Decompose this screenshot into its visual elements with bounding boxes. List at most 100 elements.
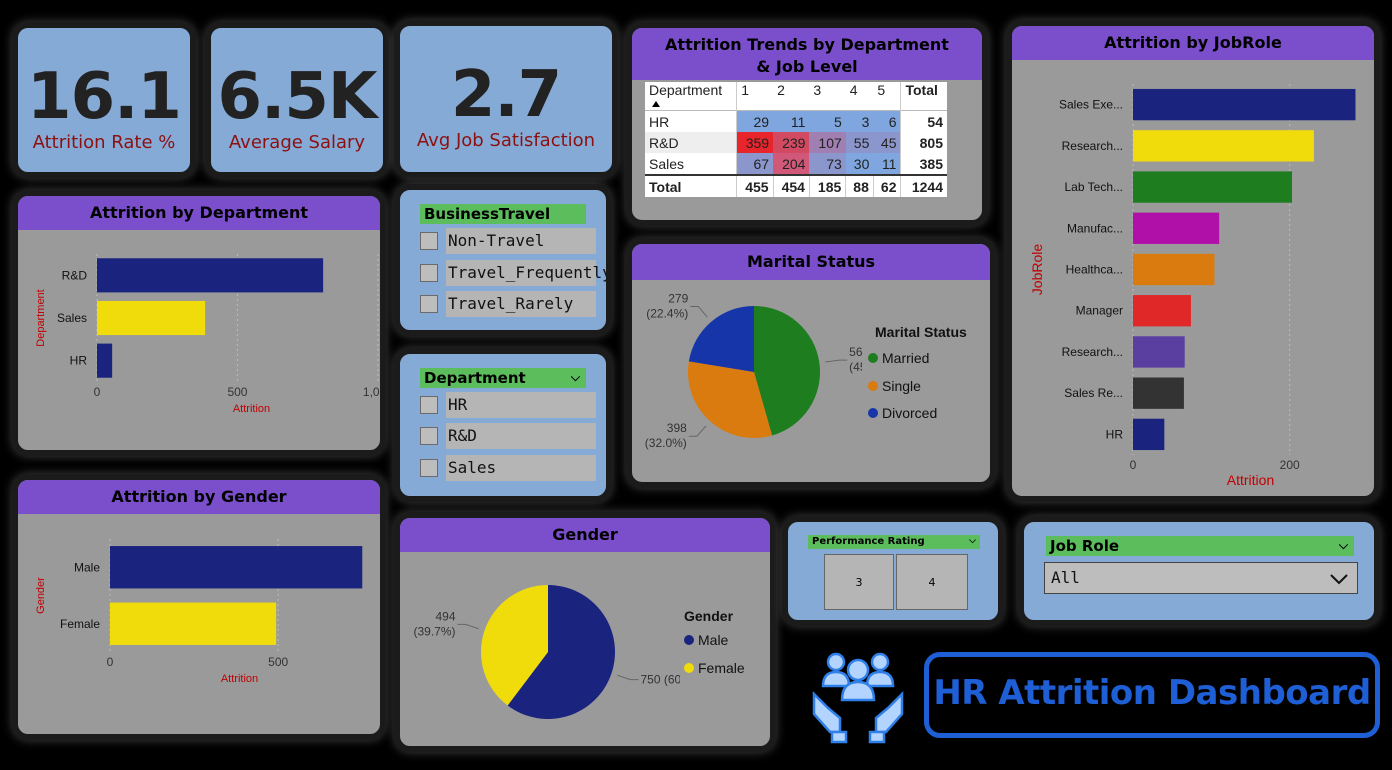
chevron-down-icon[interactable] [1329,573,1349,585]
x-tick-label: 0 [94,385,101,399]
tile-option-4[interactable]: 4 [896,554,968,610]
y-tick-label: HR [1106,427,1124,441]
legend-dot [868,381,878,391]
slicer-option-hr[interactable]: HR [420,392,596,418]
slicer-title-text: Job Role [1050,537,1120,555]
jobrole-bar-chart: 0 200 Sales Exe... Research... Lab Tech... Ma… [1029,84,1356,488]
checkbox[interactable] [420,295,438,313]
x-tick-label: 500 [227,385,247,399]
legend-title: Marital Status [875,324,967,340]
matrix-row-label: HR [645,110,738,132]
kpi-label: Avg Job Satisfaction [416,130,596,151]
data-label: 567 [849,345,862,359]
slicer-option-travel-rarely[interactable]: Travel_Rarely [420,291,596,317]
slicer-option-rd[interactable]: R&D [420,423,596,449]
matrix-cell: 3 [845,110,874,132]
y-tick-label: R&D [62,268,88,282]
checkbox[interactable] [420,459,438,477]
slicer-option-label: R&D [446,423,596,449]
legend-dot [868,408,878,418]
legend-label: Single [882,378,921,394]
y-tick-label: Healthca... [1066,263,1123,277]
matrix-cell: 30 [845,153,874,175]
matrix-row: R&D 359 239 107 55 45 805 [645,132,947,153]
gender-pie-card: Gender 750 (60.3%) 494(39.7%) Gender Male… [394,512,776,752]
checkbox[interactable] [420,427,438,445]
job-role-dropdown[interactable]: All [1044,562,1358,594]
slicer-option-travel-frequently[interactable]: Travel_Frequently [420,260,606,286]
chevron-down-icon[interactable]: ⌵ [969,534,976,548]
bar [1133,295,1191,327]
x-axis-label: Attrition [1227,472,1274,488]
matrix-col-header[interactable]: 1 [737,82,773,111]
y-axis-label: Gender [35,577,47,614]
matrix-cell: 107 [809,132,846,153]
performance-rating-slicer: Performance Rating ⌵ 3 4 [782,516,1004,626]
matrix-col-header[interactable]: 3 [809,82,845,111]
matrix-total: 54 [900,110,947,132]
slicer-option-sales[interactable]: Sales [420,455,596,481]
dashboard-title-banner: HR Attrition Dashboard [924,652,1380,738]
matrix-title: Attrition Trends by Department & Job Lev… [632,28,982,80]
slicer-option-non-travel[interactable]: Non-Travel [420,228,596,254]
matrix-total: 805 [900,132,947,153]
x-tick-label: 0 [1130,458,1137,472]
data-label: (22.4%) [646,306,688,320]
chevron-down-icon[interactable]: ⌵ [571,367,580,387]
y-tick-label: Female [60,617,100,631]
legend-label: Male [698,632,729,648]
slicer-title: BusinessTravel [420,204,586,224]
dropdown-value: All [1051,568,1080,587]
legend-item-single[interactable]: Single [868,378,921,394]
matrix-row-label: R&D [645,132,738,153]
legend-item-divorced[interactable]: Divorced [868,405,937,421]
data-label: (39.7%) [413,624,455,638]
jobrole-chart-card: Attrition by JobRole 0 200 Sales Exe... Res… [1006,20,1380,502]
y-tick-label: Lab Tech... [1065,180,1124,194]
matrix-cell: 185 [809,175,847,197]
matrix-cell: 62 [880,178,897,195]
y-tick-label: Sales Exe... [1059,98,1123,112]
legend-item-female[interactable]: Female [684,660,745,676]
slicer-title: Department ⌵ [420,368,586,388]
matrix-row-label: Sales [645,153,738,175]
matrix-col-header[interactable]: 4 [846,82,874,111]
marital-status-card: Marital Status 567(45.6%) 398(32.0%) 279(2… [626,238,996,488]
y-tick-label: HR [70,354,88,368]
x-tick-label: 500 [268,655,288,669]
slicer-option-label: Travel_Frequently [446,260,606,286]
x-tick-label: 200 [1280,458,1300,472]
x-axis-label: Attrition [233,403,270,415]
y-tick-label: Sales Re... [1064,386,1123,400]
legend-item-male[interactable]: Male [684,632,728,648]
matrix-col-header[interactable]: Total [900,82,947,111]
tile-option-3[interactable]: 3 [824,554,894,610]
kpi-value: 16.1 [27,60,182,134]
kpi-card-attrition-rate: 16.1 Attrition Rate % [12,22,196,178]
matrix-total: 385 [900,153,947,175]
legend-label: Divorced [882,405,938,421]
business-travel-slicer: BusinessTravel Non-Travel Travel_Frequen… [394,184,612,336]
bar [1133,171,1293,203]
department-chart-card: Attrition by Department 0 500 1,000 R&D Sale… [12,190,386,456]
y-axis-label: Department [35,289,47,346]
sort-caret-icon[interactable] [652,101,660,107]
matrix-col-header[interactable]: 2 [773,82,809,111]
matrix-col-header[interactable]: 5 [873,82,901,111]
bar [110,602,277,645]
leader-line [825,359,848,363]
leader-line [457,623,479,630]
checkbox[interactable] [420,396,438,414]
bar [1133,130,1314,162]
data-label: 750 (60.3%) [640,673,680,687]
x-tick-label: 1,000 [363,385,380,399]
chart-title: Attrition by Gender [18,480,380,514]
slicer-title: Job Role ⌵ [1046,536,1354,556]
checkbox[interactable] [420,264,438,282]
matrix-total: 1244 [900,175,947,197]
bar [1133,212,1220,244]
chevron-down-icon[interactable]: ⌵ [1339,535,1348,555]
legend-item-married[interactable]: Married [868,350,929,366]
bar [1133,253,1215,286]
checkbox[interactable] [420,232,438,250]
